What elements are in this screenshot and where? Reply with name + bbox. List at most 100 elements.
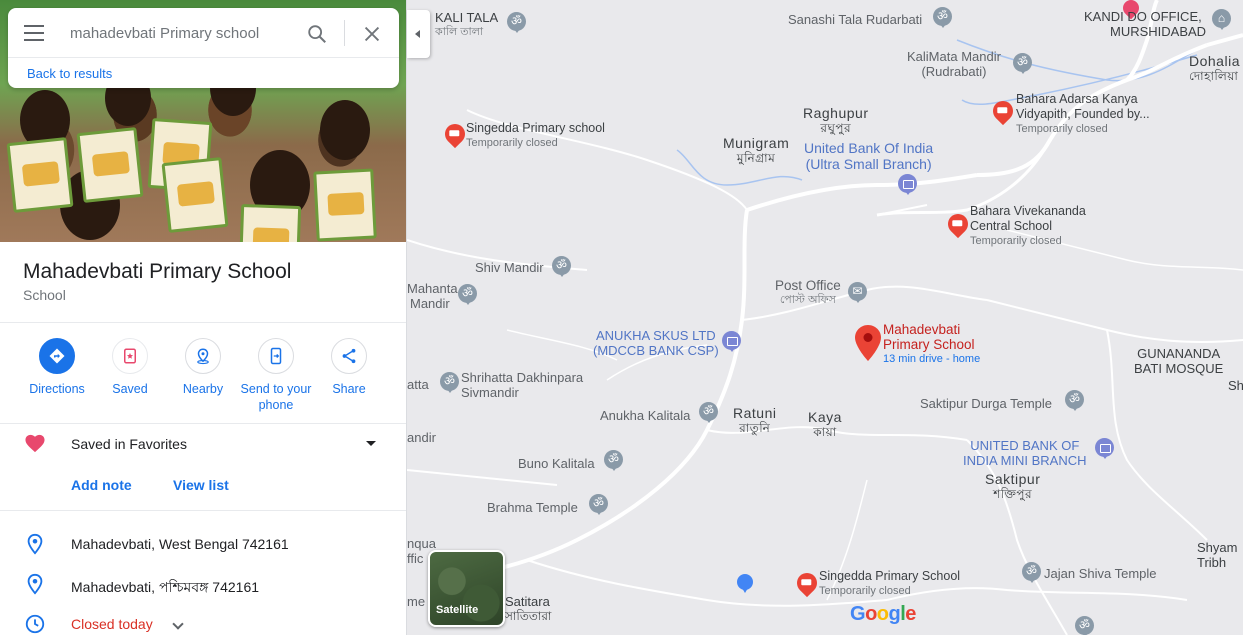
place-munigram[interactable]: Munigram মুনিগ্রাম <box>723 136 789 166</box>
directions-button[interactable]: Directions <box>17 338 97 397</box>
place-singedda-2[interactable]: Singedda Primary School Temporarily close… <box>819 569 960 599</box>
place-panel: Mahadevbati Primary School School Direct… <box>0 0 407 635</box>
google-logo: Google <box>850 603 916 625</box>
bank-icon[interactable] <box>898 174 917 195</box>
place-bahara-adarsa[interactable]: Bahara Adarsa Kanya Vidyapith, Founded by… <box>1016 92 1150 137</box>
temple-icon[interactable]: ॐ <box>699 402 718 423</box>
share-icon <box>331 338 367 374</box>
museum-icon[interactable]: ⌂ <box>1212 9 1231 30</box>
bank-icon[interactable] <box>1095 438 1114 459</box>
share-button[interactable]: Share <box>309 338 389 397</box>
view-list-button[interactable]: View list <box>173 477 229 493</box>
temple-icon[interactable]: ॐ <box>604 450 623 471</box>
place-shiv-mandir[interactable]: Shiv Mandir <box>475 260 544 275</box>
place-saktipur-durga[interactable]: Saktipur Durga Temple <box>920 396 1052 411</box>
satellite-layer-toggle[interactable]: Satellite <box>428 550 505 627</box>
address-text: Mahadevbati, West Bengal 742161 <box>71 536 289 552</box>
place-ratuni[interactable]: Ratuni রাতুনি <box>733 406 776 436</box>
place-sanashi[interactable]: Sanashi Tala Rudarbati <box>788 12 922 27</box>
directions-label: Directions <box>29 382 85 396</box>
place-satitara[interactable]: Satitara সাতিতারা <box>505 594 551 624</box>
hours-status: Closed today <box>71 616 153 632</box>
address-local-row[interactable]: Mahadevbati, পশ্চিমবঙ্গ 742161 <box>0 569 406 599</box>
back-to-results-link[interactable]: Back to results <box>27 66 112 81</box>
photo-book <box>313 168 377 242</box>
share-label: Share <box>332 382 366 396</box>
send-to-phone-icon <box>258 338 294 374</box>
place-jajan-shiva[interactable]: Jajan Shiva Temple <box>1044 566 1157 581</box>
place-gunananda[interactable]: GUNANANDA BATI MOSQUE <box>1134 346 1223 376</box>
menu-icon[interactable] <box>24 25 44 41</box>
divider <box>0 423 406 424</box>
address-row[interactable]: Mahadevbati, West Bengal 742161 <box>0 529 406 559</box>
place-sh-edge[interactable]: Sh <box>1228 378 1243 393</box>
place-dohalia[interactable]: Dohalia দোহালিয়া <box>1189 54 1240 84</box>
saved-icon <box>112 338 148 374</box>
divider <box>0 510 406 511</box>
temple-icon[interactable]: ॐ <box>933 7 952 28</box>
nearby-icon <box>185 338 221 374</box>
place-mahanta[interactable]: Mahanta Mandir <box>407 281 458 311</box>
send-line-2: phone <box>258 398 294 412</box>
place-singedda-1[interactable]: Singedda Primary school Temporarily close… <box>466 121 605 151</box>
close-icon[interactable] <box>361 23 383 45</box>
place-uboi-ultra[interactable]: United Bank Of India (Ultra Small Branch) <box>804 140 933 172</box>
hours-row[interactable]: Closed today <box>0 609 406 635</box>
nearby-button[interactable]: Nearby <box>163 338 243 397</box>
place-shrihatta[interactable]: Shrihatta Dakhinpara Sivmandir <box>461 370 583 400</box>
temple-icon[interactable]: ॐ <box>1075 616 1094 635</box>
search-input[interactable] <box>70 22 290 44</box>
mail-icon[interactable]: ✉ <box>848 282 867 303</box>
place-anukha-kalitala[interactable]: Anukha Kalitala <box>600 408 690 423</box>
photo-book <box>76 127 144 203</box>
place-andir-edge[interactable]: andir <box>407 430 436 445</box>
dropdown-caret-icon[interactable] <box>366 441 376 446</box>
location-pin-icon <box>27 533 43 555</box>
bank-icon[interactable] <box>722 331 741 352</box>
add-note-button[interactable]: Add note <box>71 477 132 493</box>
temple-icon[interactable]: ॐ <box>552 256 571 277</box>
temple-icon[interactable]: ॐ <box>589 494 608 515</box>
place-saktipur[interactable]: Saktipur শক্তিপুর <box>985 472 1040 502</box>
search-divider <box>344 20 345 46</box>
place-kandi-office[interactable]: KANDI DO OFFICE, <box>1084 9 1202 24</box>
blue-place-pin-icon[interactable] <box>737 574 753 593</box>
search-icon[interactable] <box>306 23 328 45</box>
directions-icon <box>39 338 75 374</box>
selected-place-pin-icon[interactable] <box>855 325 881 361</box>
temple-icon[interactable]: ॐ <box>1065 390 1084 411</box>
map-canvas[interactable]: KALI TALA কালি তালা ॐ Sanashi Tala Rudarb… <box>407 0 1243 635</box>
search-box: Back to results <box>8 8 399 88</box>
saved-button[interactable]: Saved <box>90 338 170 397</box>
chevron-down-icon[interactable] <box>172 618 184 630</box>
photo-book <box>161 157 229 233</box>
place-bahara-viv[interactable]: Bahara Vivekananda Central School Temporar… <box>970 204 1086 249</box>
place-me-edge[interactable]: me <box>407 594 425 609</box>
place-atta-edge[interactable]: atta <box>407 377 429 392</box>
saved-label: Saved <box>112 382 148 396</box>
place-shyam-edge[interactable]: Shyam Tribh <box>1197 540 1237 570</box>
place-kali-tala[interactable]: KALI TALA কালি তালা <box>435 10 498 40</box>
place-mahadevbati-selected[interactable]: Mahadevbati Primary School 13 min drive - … <box>883 322 980 367</box>
send-line-1: Send to your <box>240 382 312 396</box>
temple-icon[interactable]: ॐ <box>440 372 459 393</box>
temple-icon[interactable]: ॐ <box>507 12 526 33</box>
send-to-phone-button[interactable]: Send to your phone <box>236 338 316 413</box>
place-title: Mahadevbati Primary School <box>23 260 292 283</box>
place-post-office[interactable]: Post Office পোস্ট অফিস <box>775 278 841 308</box>
place-ubi-mini[interactable]: UNITED BANK OF INDIA MINI BRANCH <box>963 438 1087 468</box>
temple-icon[interactable]: ॐ <box>1013 53 1032 74</box>
saved-list-row[interactable]: Saved in Favorites <box>0 425 406 461</box>
place-anukha-skus[interactable]: ANUKHA SKUS LTD (MDCCB BANK CSP) <box>593 328 719 358</box>
place-kalimata[interactable]: KaliMata Mandir (Rudrabati) <box>907 49 1001 79</box>
place-category[interactable]: School <box>23 287 66 303</box>
temple-icon[interactable]: ॐ <box>1022 562 1041 583</box>
place-kaya[interactable]: Kaya কায়া <box>808 410 842 440</box>
place-brahma-temple[interactable]: Brahma Temple <box>487 500 578 515</box>
place-raghupur[interactable]: Raghupur রঘুপুর <box>803 106 869 136</box>
place-murshidabad[interactable]: MURSHIDABAD <box>1110 24 1206 39</box>
temple-icon[interactable]: ॐ <box>458 284 477 305</box>
nearby-label: Nearby <box>182 382 224 396</box>
collapse-panel-button[interactable] <box>407 10 430 58</box>
place-buno-kalitala[interactable]: Buno Kalitala <box>518 456 595 471</box>
